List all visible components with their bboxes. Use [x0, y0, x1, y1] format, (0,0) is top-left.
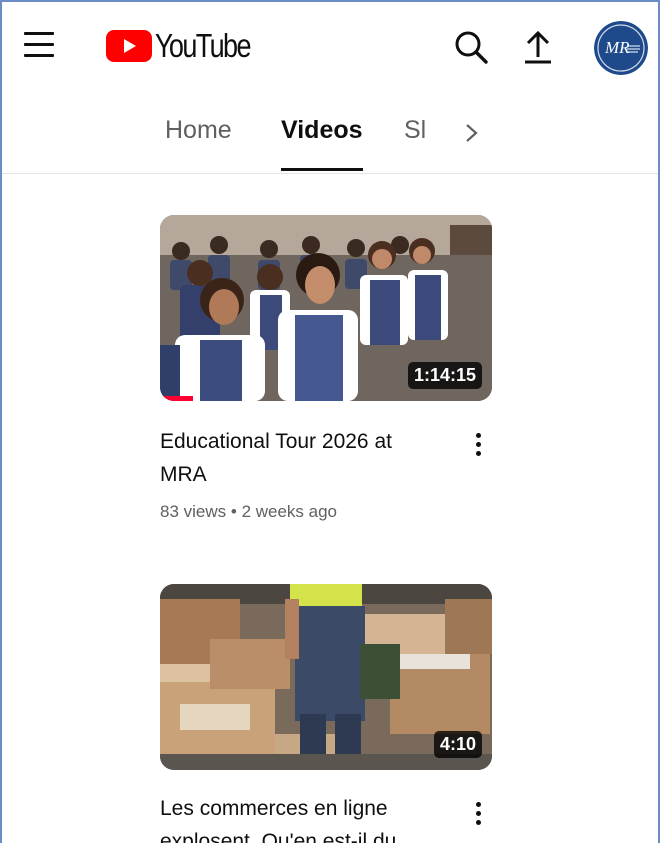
- upload-age: 2 weeks ago: [241, 502, 338, 521]
- channel-tabs: Home Videos Sl: [2, 98, 658, 174]
- avatar[interactable]: MR: [594, 21, 648, 75]
- more-options-icon[interactable]: [468, 431, 488, 461]
- chevron-right-icon[interactable]: [460, 118, 484, 148]
- video-title[interactable]: Les commerces en ligne explosent. Qu'en …: [160, 792, 440, 843]
- more-options-icon[interactable]: [468, 800, 488, 830]
- avatar-initials: MR: [604, 38, 630, 57]
- video-metadata: 83 views • 2 weeks ago: [160, 502, 337, 522]
- top-app-bar: YouTube MR: [2, 2, 658, 92]
- view-count: 83 views: [160, 502, 227, 521]
- tab-shorts[interactable]: Sl: [404, 116, 430, 145]
- hamburger-menu-icon[interactable]: [24, 32, 54, 58]
- search-icon[interactable]: [451, 27, 491, 67]
- video-card[interactable]: 1:14:15 Educational Tour 2026 at MRA 83 …: [160, 215, 492, 521]
- app-frame: YouTube MR Home Videos Sl 1:14:15 Educat…: [0, 0, 660, 843]
- youtube-play-icon: [106, 30, 152, 62]
- tab-videos[interactable]: Videos: [281, 116, 363, 145]
- logo-text: YouTube: [155, 27, 251, 64]
- duration-badge: 4:10: [433, 731, 482, 758]
- active-tab-indicator: [281, 168, 363, 171]
- meta-separator: •: [230, 502, 237, 521]
- video-thumbnail[interactable]: 1:14:15: [160, 215, 492, 401]
- video-title[interactable]: Educational Tour 2026 at MRA: [160, 425, 440, 491]
- video-thumbnail[interactable]: 4:10: [160, 584, 492, 770]
- youtube-logo[interactable]: YouTube: [106, 27, 271, 64]
- duration-badge: 1:14:15: [407, 362, 482, 389]
- watch-progress-bar: [160, 396, 194, 401]
- tab-home[interactable]: Home: [165, 116, 232, 145]
- upload-icon[interactable]: [518, 27, 558, 67]
- video-card[interactable]: 4:10 Les commerces en ligne explosent. Q…: [160, 584, 492, 843]
